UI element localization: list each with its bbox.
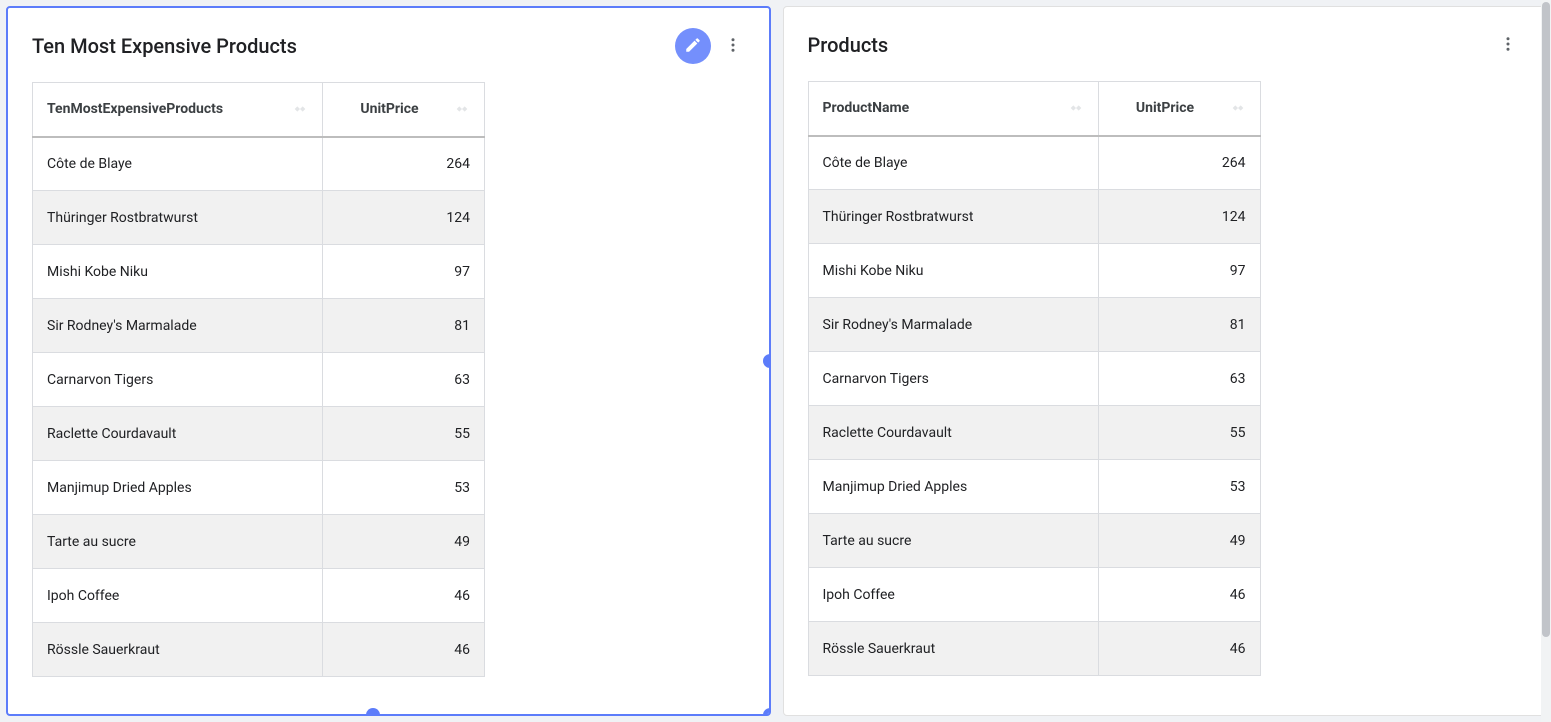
panel-header: Products: [808, 27, 1521, 63]
table-row[interactable]: Carnarvon Tigers63: [33, 353, 485, 407]
sort-icon[interactable]: [1230, 100, 1246, 116]
table-row[interactable]: Sir Rodney's Marmalade81: [808, 298, 1260, 352]
resize-handle-bottom[interactable]: [366, 708, 380, 716]
sort-icon[interactable]: [454, 101, 470, 117]
cell-price: 264: [323, 137, 485, 191]
table-row[interactable]: Manjimup Dried Apples53: [808, 460, 1260, 514]
cell-name: Sir Rodney's Marmalade: [33, 299, 323, 353]
table-row[interactable]: Côte de Blaye264: [33, 137, 485, 191]
cell-name: Raclette Courdavault: [808, 406, 1098, 460]
cell-price: 124: [323, 191, 485, 245]
table-row[interactable]: Rössle Sauerkraut46: [33, 623, 485, 677]
column-label: UnitPrice: [337, 101, 442, 117]
column-label: TenMostExpensiveProducts: [47, 101, 223, 117]
panel-ten-most-expensive[interactable]: Ten Most Expensive Products: [6, 6, 771, 716]
table-row[interactable]: Côte de Blaye264: [808, 136, 1260, 190]
pencil-icon: [684, 36, 702, 57]
more-options-button[interactable]: [1496, 27, 1520, 63]
column-header-price[interactable]: UnitPrice: [1098, 82, 1260, 136]
table-row[interactable]: Sir Rodney's Marmalade81: [33, 299, 485, 353]
cell-name: Thüringer Rostbratwurst: [808, 190, 1098, 244]
data-table: ProductName UnitPrice: [808, 81, 1261, 676]
table-body-0: Côte de Blaye264Thüringer Rostbratwurst1…: [33, 137, 485, 677]
panel-title: Products: [808, 33, 889, 57]
cell-name: Carnarvon Tigers: [808, 352, 1098, 406]
table-row[interactable]: Manjimup Dried Apples53: [33, 461, 485, 515]
more-vertical-icon: [724, 36, 742, 57]
edit-button[interactable]: [675, 28, 711, 64]
more-vertical-icon: [1499, 35, 1517, 56]
cell-name: Rössle Sauerkraut: [808, 622, 1098, 676]
table-row[interactable]: Thüringer Rostbratwurst124: [808, 190, 1260, 244]
panel-actions: [675, 28, 745, 64]
cell-name: Ipoh Coffee: [33, 569, 323, 623]
cell-price: 97: [1098, 244, 1260, 298]
table-row[interactable]: Mishi Kobe Niku97: [33, 245, 485, 299]
table-row[interactable]: Thüringer Rostbratwurst124: [33, 191, 485, 245]
cell-price: 63: [1098, 352, 1260, 406]
cell-name: Côte de Blaye: [33, 137, 323, 191]
cell-price: 81: [1098, 298, 1260, 352]
table-row[interactable]: Raclette Courdavault55: [33, 407, 485, 461]
column-header-name[interactable]: ProductName: [808, 82, 1098, 136]
cell-price: 264: [1098, 136, 1260, 190]
cell-price: 49: [1098, 514, 1260, 568]
cell-name: Sir Rodney's Marmalade: [808, 298, 1098, 352]
panel-header: Ten Most Expensive Products: [32, 28, 745, 64]
column-label: ProductName: [823, 100, 910, 116]
scrollbar-thumb[interactable]: [1542, 2, 1550, 637]
cell-price: 46: [1098, 568, 1260, 622]
cell-name: Mishi Kobe Niku: [33, 245, 323, 299]
cell-price: 53: [1098, 460, 1260, 514]
cell-name: Ipoh Coffee: [808, 568, 1098, 622]
cell-price: 46: [1098, 622, 1260, 676]
cell-name: Côte de Blaye: [808, 136, 1098, 190]
table-row[interactable]: Carnarvon Tigers63: [808, 352, 1260, 406]
cell-price: 63: [323, 353, 485, 407]
cell-name: Carnarvon Tigers: [33, 353, 323, 407]
cell-price: 46: [323, 623, 485, 677]
cell-name: Rössle Sauerkraut: [33, 623, 323, 677]
cell-price: 124: [1098, 190, 1260, 244]
cell-name: Tarte au sucre: [33, 515, 323, 569]
cell-price: 46: [323, 569, 485, 623]
cell-name: Raclette Courdavault: [33, 407, 323, 461]
sort-icon[interactable]: [292, 101, 308, 117]
cell-name: Manjimup Dried Apples: [808, 460, 1098, 514]
table-row[interactable]: Rössle Sauerkraut46: [808, 622, 1260, 676]
vertical-scrollbar[interactable]: [1541, 0, 1551, 722]
data-table: TenMostExpensiveProducts UnitPrice: [32, 82, 485, 677]
table-row[interactable]: Raclette Courdavault55: [808, 406, 1260, 460]
table-body-1: Côte de Blaye264Thüringer Rostbratwurst1…: [808, 136, 1260, 676]
table-row[interactable]: Mishi Kobe Niku97: [808, 244, 1260, 298]
more-options-button[interactable]: [721, 28, 745, 64]
sort-icon[interactable]: [1068, 100, 1084, 116]
column-header-price[interactable]: UnitPrice: [323, 83, 485, 137]
cell-name: Thüringer Rostbratwurst: [33, 191, 323, 245]
cell-price: 53: [323, 461, 485, 515]
resize-handle-corner[interactable]: [763, 708, 771, 716]
cell-name: Manjimup Dried Apples: [33, 461, 323, 515]
panel-title: Ten Most Expensive Products: [32, 34, 297, 58]
panel-products[interactable]: Products ProductName: [783, 6, 1546, 716]
panel-actions: [1496, 27, 1520, 63]
table-row[interactable]: Tarte au sucre49: [808, 514, 1260, 568]
dashboard-workspace: Ten Most Expensive Products: [0, 0, 1551, 722]
table-row[interactable]: Ipoh Coffee46: [808, 568, 1260, 622]
cell-price: 49: [323, 515, 485, 569]
column-header-name[interactable]: TenMostExpensiveProducts: [33, 83, 323, 137]
cell-price: 97: [323, 245, 485, 299]
table-row[interactable]: Tarte au sucre49: [33, 515, 485, 569]
table-row[interactable]: Ipoh Coffee46: [33, 569, 485, 623]
resize-handle-right[interactable]: [763, 354, 771, 368]
cell-name: Mishi Kobe Niku: [808, 244, 1098, 298]
cell-price: 55: [1098, 406, 1260, 460]
cell-price: 81: [323, 299, 485, 353]
column-label: UnitPrice: [1113, 100, 1218, 116]
cell-price: 55: [323, 407, 485, 461]
cell-name: Tarte au sucre: [808, 514, 1098, 568]
